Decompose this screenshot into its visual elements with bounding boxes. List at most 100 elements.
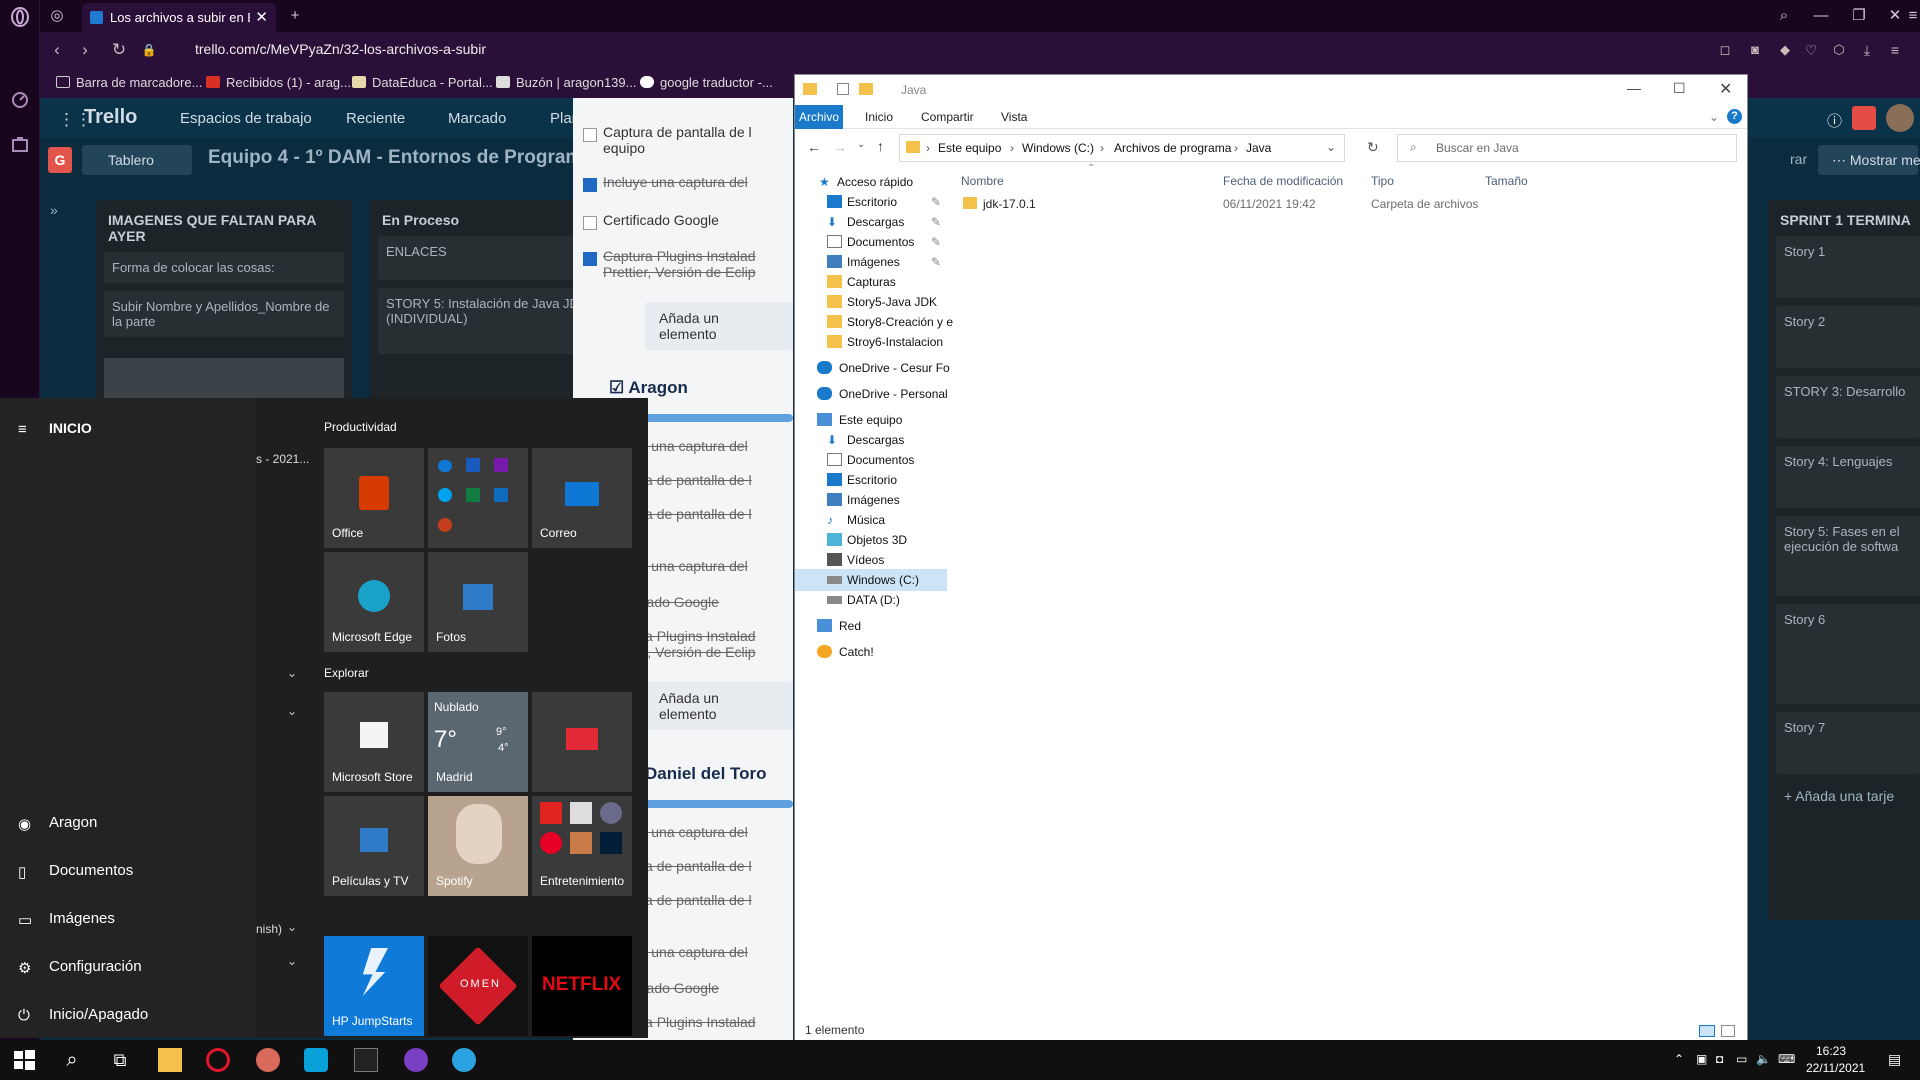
bookmark-google[interactable]: google traductor -... xyxy=(640,75,773,90)
checklist-item[interactable]: Captura de pantalla de l equipo xyxy=(583,124,793,156)
cube-icon[interactable]: ⬡ xyxy=(1828,39,1850,61)
file-explorer-icon[interactable] xyxy=(158,1048,182,1072)
forward-icon[interactable]: → xyxy=(833,139,847,155)
tile-edge[interactable]: Microsoft Edge xyxy=(324,552,424,652)
breadcrumb-item[interactable]: Archivos de programa xyxy=(1114,141,1231,155)
search-input[interactable]: ⌕ Buscar en Java xyxy=(1397,134,1737,162)
board-view-button[interactable]: Tablero xyxy=(82,145,192,175)
speed-dial-icon[interactable] xyxy=(10,90,30,110)
tiles-view-icon[interactable] xyxy=(1721,1025,1735,1037)
bookmark-buzon[interactable]: Buzón | aragon139... xyxy=(496,75,636,90)
snapshot-icon[interactable]: ◻ xyxy=(1714,39,1736,61)
wallet-icon[interactable] xyxy=(10,135,30,155)
board-avatar[interactable]: G xyxy=(48,147,72,173)
tile-fotos[interactable]: Fotos xyxy=(428,552,528,652)
new-tab-icon[interactable]: + xyxy=(284,5,306,27)
chevron-down-icon[interactable]: ⌄ xyxy=(1326,140,1336,154)
properties-icon[interactable] xyxy=(837,83,849,95)
col-nombre[interactable]: Nombre xyxy=(961,174,1004,188)
list-card[interactable]: STORY 3: Desarrollo xyxy=(1776,376,1920,438)
close-icon[interactable]: ✕ xyxy=(1719,79,1732,99)
forward-icon[interactable]: › xyxy=(74,39,96,61)
heart-icon[interactable]: ♡ xyxy=(1800,39,1822,61)
close-tab-icon[interactable]: ✕ xyxy=(255,8,268,26)
bookmark-dataeduca[interactable]: DataEduca - Portal... xyxy=(352,75,493,90)
tile-hp-jumpstarts[interactable]: HP JumpStarts xyxy=(324,936,424,1036)
back-icon[interactable]: ← xyxy=(807,139,821,155)
telegram-icon[interactable] xyxy=(452,1048,476,1072)
board-title[interactable]: Equipo 4 - 1º DAM - Entornos de Programa… xyxy=(208,147,632,169)
url-field[interactable]: trello.com/c/MeVPyaZn/32-los-archivos-a-… xyxy=(195,41,486,57)
list-card[interactable]: Story 7 xyxy=(1776,712,1920,774)
clock-time[interactable]: 16:23 xyxy=(1816,1044,1846,1058)
tile-office-apps[interactable] xyxy=(428,448,528,548)
add-item-button[interactable]: Añada un elemento xyxy=(645,682,793,730)
opera-logo-icon[interactable] xyxy=(10,7,30,27)
reload-icon[interactable]: ↻ xyxy=(108,39,130,61)
breadcrumb-item[interactable]: Java xyxy=(1246,141,1271,155)
terminal-icon[interactable] xyxy=(354,1048,378,1072)
col-tamano[interactable]: Tamaño xyxy=(1485,174,1528,188)
checklist-item[interactable]: Captura Plugins Instalad Prettier, Versi… xyxy=(583,248,793,280)
ribbon-tab-archivo[interactable]: Archivo xyxy=(795,105,843,129)
list-card[interactable]: Story 5: Fases en el ejecución de softwa xyxy=(1776,516,1920,596)
tile-entretenimiento[interactable]: Entretenimiento xyxy=(532,796,632,896)
tray-app-icon[interactable]: ▣ xyxy=(1696,1052,1707,1066)
add-card-button[interactable]: + Añada una tarje xyxy=(1776,782,1920,810)
minimize-icon[interactable]: — xyxy=(1627,80,1641,96)
breadcrumb-item[interactable]: Windows (C:) xyxy=(1022,141,1094,155)
tile-news[interactable] xyxy=(532,692,632,792)
checklist-item[interactable]: Certificado Google xyxy=(583,212,719,230)
menu-recent[interactable]: Reciente xyxy=(346,110,405,127)
checkbox[interactable] xyxy=(583,128,597,142)
show-menu-button[interactable]: ⋯ Mostrar menú xyxy=(1818,145,1920,175)
col-fecha[interactable]: Fecha de modificación xyxy=(1223,174,1343,188)
tile-omen[interactable]: OMEN xyxy=(428,936,528,1036)
col-tipo[interactable]: Tipo xyxy=(1371,174,1394,188)
info-icon[interactable]: ⓘ xyxy=(1827,110,1842,131)
ribbon-tab-inicio[interactable]: Inicio xyxy=(865,110,893,124)
bookmark-gmail[interactable]: Recibidos (1) - arag... xyxy=(206,75,351,90)
list-card[interactable]: Story 1 xyxy=(1776,236,1920,298)
ribbon-tab-compartir[interactable]: Compartir xyxy=(921,110,974,124)
app-icon[interactable] xyxy=(404,1048,428,1072)
details-view-icon[interactable] xyxy=(1699,1025,1715,1037)
ribbon-expand-icon[interactable]: ⌄ xyxy=(1709,110,1719,124)
checklist-item[interactable]: Incluye una captura del xyxy=(583,174,748,192)
windows-start-icon[interactable] xyxy=(12,1048,36,1072)
search-icon[interactable]: ⌕ xyxy=(60,1048,84,1072)
search-tabs-icon[interactable]: ⌕ xyxy=(1773,5,1795,27)
back-icon[interactable]: ‹ xyxy=(46,39,68,61)
notifications-icon[interactable]: ▤ xyxy=(1888,1051,1901,1068)
maximize-icon[interactable]: ❐ xyxy=(1848,5,1870,27)
chevron-down-icon[interactable]: ⌄ xyxy=(287,954,297,968)
network-icon[interactable]: ▭ xyxy=(1736,1052,1747,1066)
menu-starred[interactable]: Marcado xyxy=(448,110,506,127)
easy-setup-icon[interactable]: ≡ xyxy=(1902,5,1920,27)
refresh-icon[interactable]: ↻ xyxy=(1367,139,1379,156)
tile-store[interactable]: Microsoft Store xyxy=(324,692,424,792)
avatar[interactable] xyxy=(1886,104,1914,132)
trello-logo[interactable]: Trello xyxy=(84,106,137,129)
help-icon[interactable]: ? xyxy=(1727,109,1742,124)
tile-correo[interactable]: Correo xyxy=(532,448,632,548)
menu-icon[interactable]: ≡ xyxy=(1884,39,1906,61)
checkbox-checked[interactable] xyxy=(583,178,597,192)
app-list-partial[interactable]: nish) xyxy=(256,922,282,936)
download-icon[interactable]: ⤓ xyxy=(1856,39,1878,61)
chevron-up-icon[interactable]: ⌃ xyxy=(1674,1052,1684,1066)
vpn-shield-icon[interactable]: ◆ xyxy=(1774,39,1796,61)
file-row[interactable]: jdk-17.0.1 06/11/2021 19:42 Carpeta de a… xyxy=(959,193,1739,215)
tab-trello[interactable]: Los archivos a subir en Equ ✕ xyxy=(82,3,276,32)
keyboard-icon[interactable]: ⌨ xyxy=(1778,1052,1795,1066)
list-card[interactable]: Story 2 xyxy=(1776,306,1920,368)
expand-sidebar-icon[interactable]: » xyxy=(50,202,58,218)
list-card[interactable]: Story 6 xyxy=(1776,604,1920,704)
chevron-down-icon[interactable]: ⌄ xyxy=(287,920,297,934)
tile-movies[interactable]: Películas y TV xyxy=(324,796,424,896)
add-item-button[interactable]: Añada un elemento xyxy=(645,302,793,350)
address-breadcrumb[interactable]: › Este equipo › Windows (C:) › Archivos … xyxy=(899,134,1345,162)
maximize-icon[interactable]: ☐ xyxy=(1673,80,1686,97)
tabs-icon[interactable]: ◎ xyxy=(46,5,68,27)
new-folder-icon[interactable] xyxy=(859,83,873,95)
